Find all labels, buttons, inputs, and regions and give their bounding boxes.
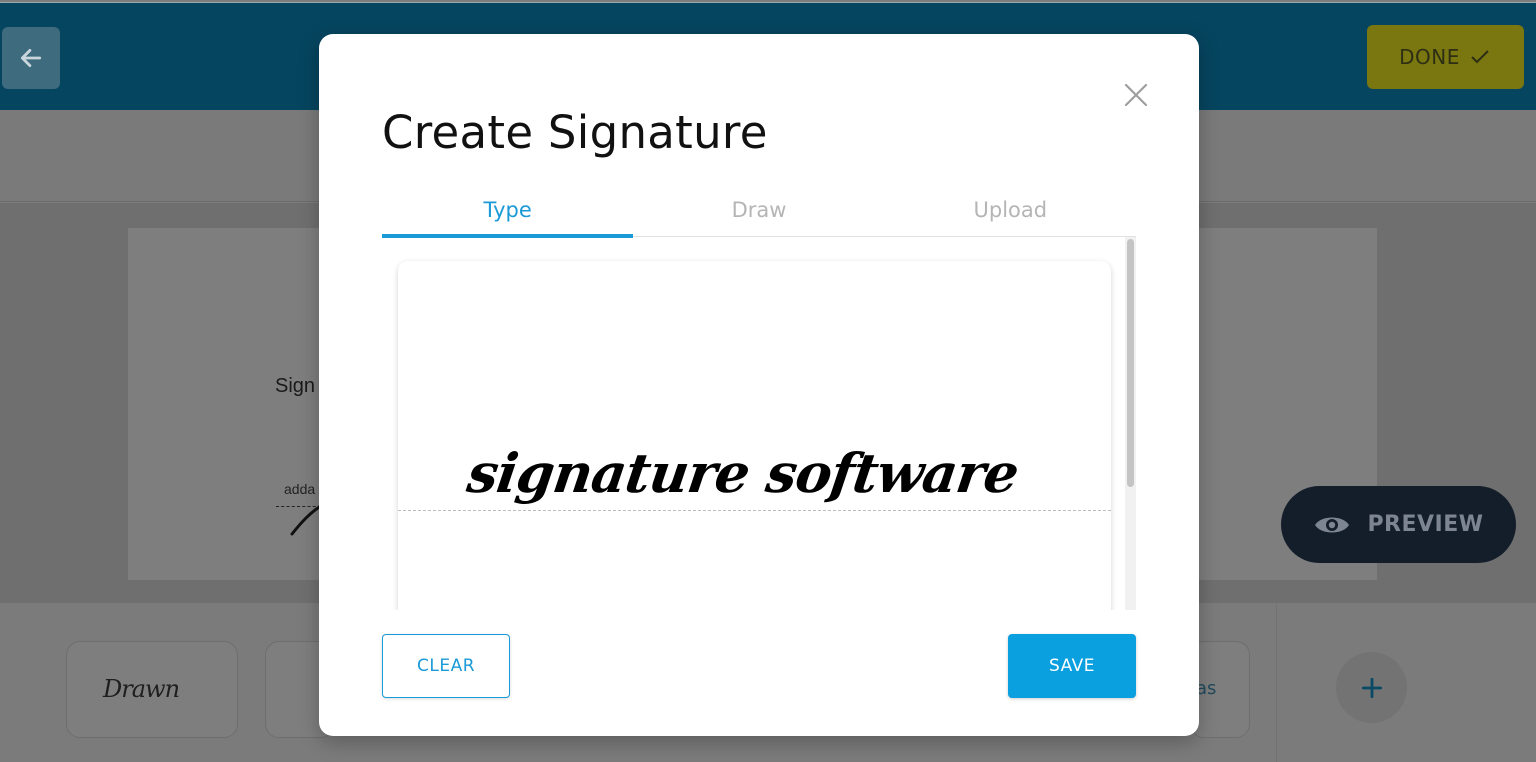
done-label: DONE [1399,45,1460,69]
scrollbar[interactable] [1125,237,1136,610]
create-signature-modal: Create Signature Type Draw Upload signat… [319,34,1199,736]
tab-draw[interactable]: Draw [633,190,884,236]
typed-signature: signature software [463,441,1023,505]
drawn-signature-preview: Drawn [103,675,180,703]
scrollbar-thumb[interactable] [1127,239,1134,487]
add-signature-button[interactable] [1336,652,1407,723]
tray-card-partial-label: as [1196,678,1217,699]
tray-divider [1276,603,1277,762]
done-button[interactable]: DONE [1367,25,1524,89]
preview-button[interactable]: PREVIEW [1281,486,1516,563]
tab-type[interactable]: Type [382,190,634,238]
save-button[interactable]: SAVE [1008,634,1136,698]
document-text: Sign [275,375,316,397]
check-icon [1471,50,1489,64]
signature-scroll-area: signature software [382,237,1136,610]
document-signature-label: adda [284,481,316,497]
back-button[interactable] [2,27,60,89]
tray-card-drawn[interactable]: Drawn [66,641,238,738]
plus-icon [1361,677,1382,698]
clear-button[interactable]: CLEAR [382,634,510,698]
arrow-left-icon [20,49,42,67]
preview-label: PREVIEW [1367,512,1484,537]
eye-icon [1315,517,1350,532]
signature-baseline [398,510,1111,511]
signature-canvas[interactable]: signature software [398,261,1111,610]
signature-tabs: Type Draw Upload [382,190,1136,238]
tab-upload[interactable]: Upload [885,190,1136,236]
close-icon[interactable] [1121,80,1151,110]
modal-title: Create Signature [382,106,768,159]
